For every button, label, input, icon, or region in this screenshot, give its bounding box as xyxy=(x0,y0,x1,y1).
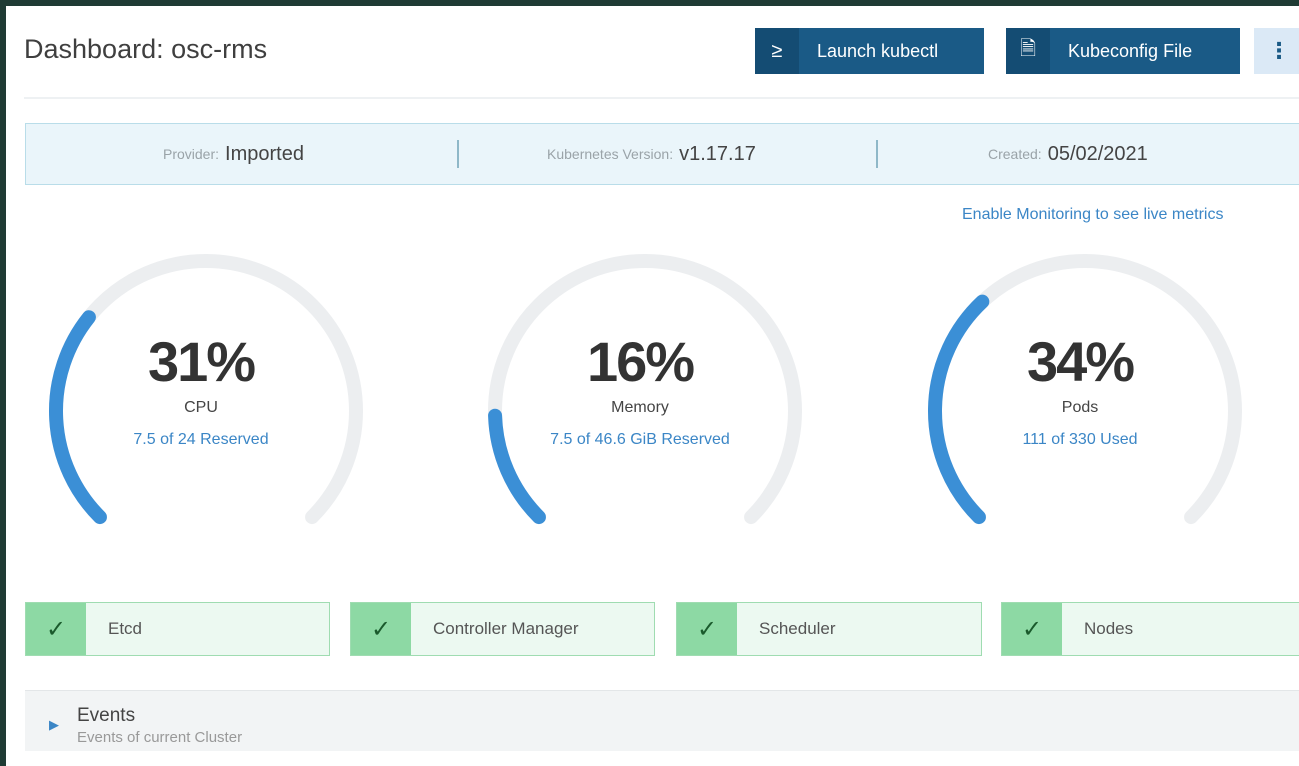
component-status-controller-manager: ✓ Controller Manager xyxy=(350,602,655,656)
check-icon: ✓ xyxy=(1002,603,1062,655)
version-value: v1.17.17 xyxy=(679,142,756,165)
memory-percent: 16% xyxy=(586,330,695,393)
page-title: Dashboard: osc-rms xyxy=(24,34,268,64)
pods-percent: 34% xyxy=(1026,330,1135,393)
vertical-ellipsis-icon: ⋮ xyxy=(1268,38,1290,63)
created-info: Created: 05/02/2021 xyxy=(988,124,1148,184)
component-status-etcd: ✓ Etcd xyxy=(25,602,330,656)
pods-label: Pods xyxy=(1061,399,1099,416)
events-subtitle: Events of current Cluster xyxy=(77,729,243,746)
cluster-dashboard: Dashboard: osc-rms ≥ Launch kubectl 🗎 Ku… xyxy=(6,6,1299,766)
component-name: Scheduler xyxy=(759,619,836,638)
provider-label: Provider: xyxy=(163,146,220,162)
more-actions-button[interactable]: ⋮ xyxy=(1254,28,1299,74)
events-title: Events xyxy=(77,705,136,726)
pods-detail: 111 of 330 Used xyxy=(1022,431,1138,448)
pods-gauge: 34% Pods 111 of 330 Used xyxy=(910,241,1250,541)
component-status-scheduler: ✓ Scheduler xyxy=(676,602,982,656)
version-label: Kubernetes Version: xyxy=(547,146,674,162)
memory-label: Memory xyxy=(611,399,669,416)
expand-triangle-icon: ▶ xyxy=(49,717,59,732)
header-divider xyxy=(24,97,1299,99)
launch-kubectl-button[interactable]: ≥ Launch kubectl xyxy=(755,28,984,74)
memory-gauge: 16% Memory 7.5 of 46.6 GiB Reserved xyxy=(470,241,810,541)
component-status-nodes: ✓ Nodes xyxy=(1001,602,1299,656)
provider-info: Provider: Imported xyxy=(163,124,304,184)
component-name: Controller Manager xyxy=(433,619,579,638)
provider-value: Imported xyxy=(225,142,304,165)
enable-monitoring-link[interactable]: Enable Monitoring to see live metrics xyxy=(962,206,1223,224)
created-label: Created: xyxy=(988,146,1042,162)
cpu-gauge: 31% CPU 7.5 of 24 Reserved xyxy=(31,241,371,541)
component-name: Nodes xyxy=(1084,619,1134,638)
version-info: Kubernetes Version: v1.17.17 xyxy=(547,124,756,184)
cpu-label: CPU xyxy=(184,399,218,416)
events-section-toggle[interactable]: ▶ Events Events of current Cluster xyxy=(25,690,1299,751)
cluster-info-bar: Provider: Imported Kubernetes Version: v… xyxy=(25,123,1299,185)
check-icon: ✓ xyxy=(677,603,737,655)
launch-kubectl-label: Launch kubectl xyxy=(817,40,939,61)
check-icon: ✓ xyxy=(26,603,86,655)
info-divider xyxy=(876,140,878,168)
component-name: Etcd xyxy=(108,619,143,638)
created-value: 05/02/2021 xyxy=(1047,142,1148,165)
cpu-percent: 31% xyxy=(147,330,256,393)
memory-detail: 7.5 of 46.6 GiB Reserved xyxy=(550,431,730,448)
check-icon: ✓ xyxy=(351,603,411,655)
kubeconfig-file-label: Kubeconfig File xyxy=(1068,40,1193,61)
kubeconfig-file-button[interactable]: 🗎 Kubeconfig File xyxy=(1006,28,1240,74)
terminal-icon: ≥ xyxy=(755,28,799,74)
cpu-detail: 7.5 of 24 Reserved xyxy=(133,431,269,448)
info-divider xyxy=(457,140,459,168)
file-icon: 🗎 xyxy=(1006,28,1050,74)
